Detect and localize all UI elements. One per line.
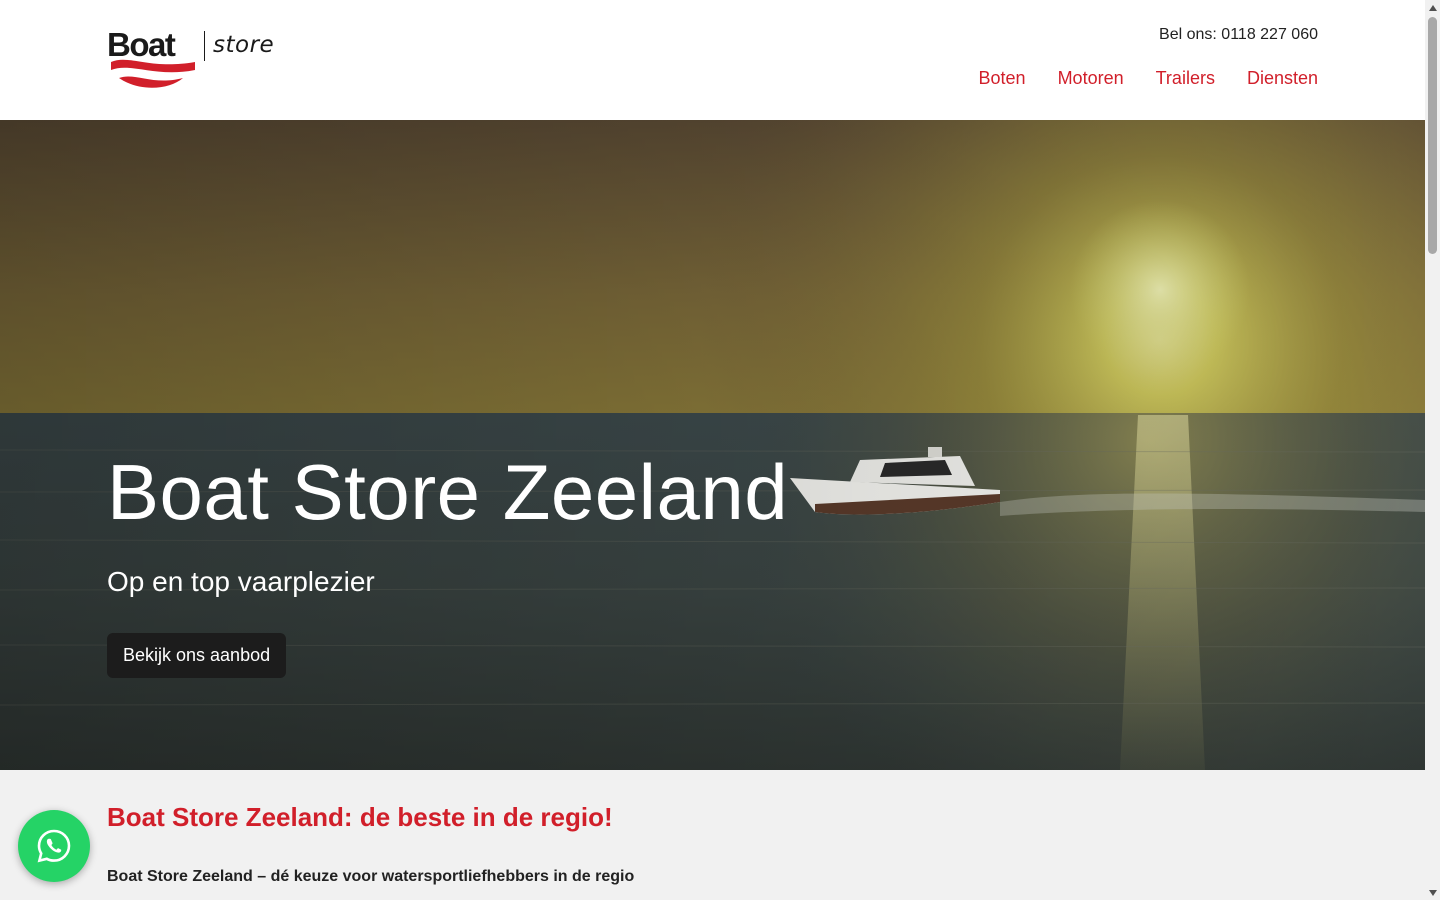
page-scrollbar[interactable] <box>1425 0 1440 900</box>
page: Boat store Bel ons: 0118 227 060 Boten M… <box>0 0 1425 900</box>
site-header: Boat store Bel ons: 0118 227 060 Boten M… <box>0 0 1425 120</box>
view-offer-button[interactable]: Bekijk ons aanbod <box>107 633 287 678</box>
intro-heading: Boat Store Zeeland: de beste in de regio… <box>107 802 613 832</box>
scrollbar-thumb[interactable] <box>1428 17 1437 254</box>
boat-store-logo[interactable]: Boat store <box>107 28 282 94</box>
intro-section: Boat Store Zeeland: de beste in de regio… <box>0 770 1425 900</box>
logo-divider <box>204 31 205 61</box>
logo-boat-mark: Boat <box>107 28 197 94</box>
intro-subheading: Boat Store Zeeland – dé keuze voor water… <box>107 868 635 885</box>
nav-link-boten[interactable]: Boten <box>979 66 1026 90</box>
logo-store-text: store <box>213 32 275 58</box>
nav-link-trailers[interactable]: Trailers <box>1156 66 1215 90</box>
main-nav: Boten Motoren Trailers Diensten <box>979 66 1318 90</box>
hero-title: Boat Store Zeeland <box>107 448 789 536</box>
whatsapp-icon <box>37 829 71 863</box>
nav-link-motoren[interactable]: Motoren <box>1058 66 1124 90</box>
phone-number[interactable]: Bel ons: 0118 227 060 <box>1159 25 1318 45</box>
hero-subtitle: Op en top vaarplezier <box>107 566 375 597</box>
nav-link-diensten[interactable]: Diensten <box>1247 66 1318 90</box>
scroll-up-arrow-icon[interactable] <box>1425 0 1440 15</box>
scroll-down-arrow-icon[interactable] <box>1425 885 1440 900</box>
logo-wave-icon <box>111 59 195 88</box>
whatsapp-chat-button[interactable] <box>18 810 90 882</box>
hero-section: Boat Store Zeeland Op en top vaarplezier… <box>0 120 1425 770</box>
